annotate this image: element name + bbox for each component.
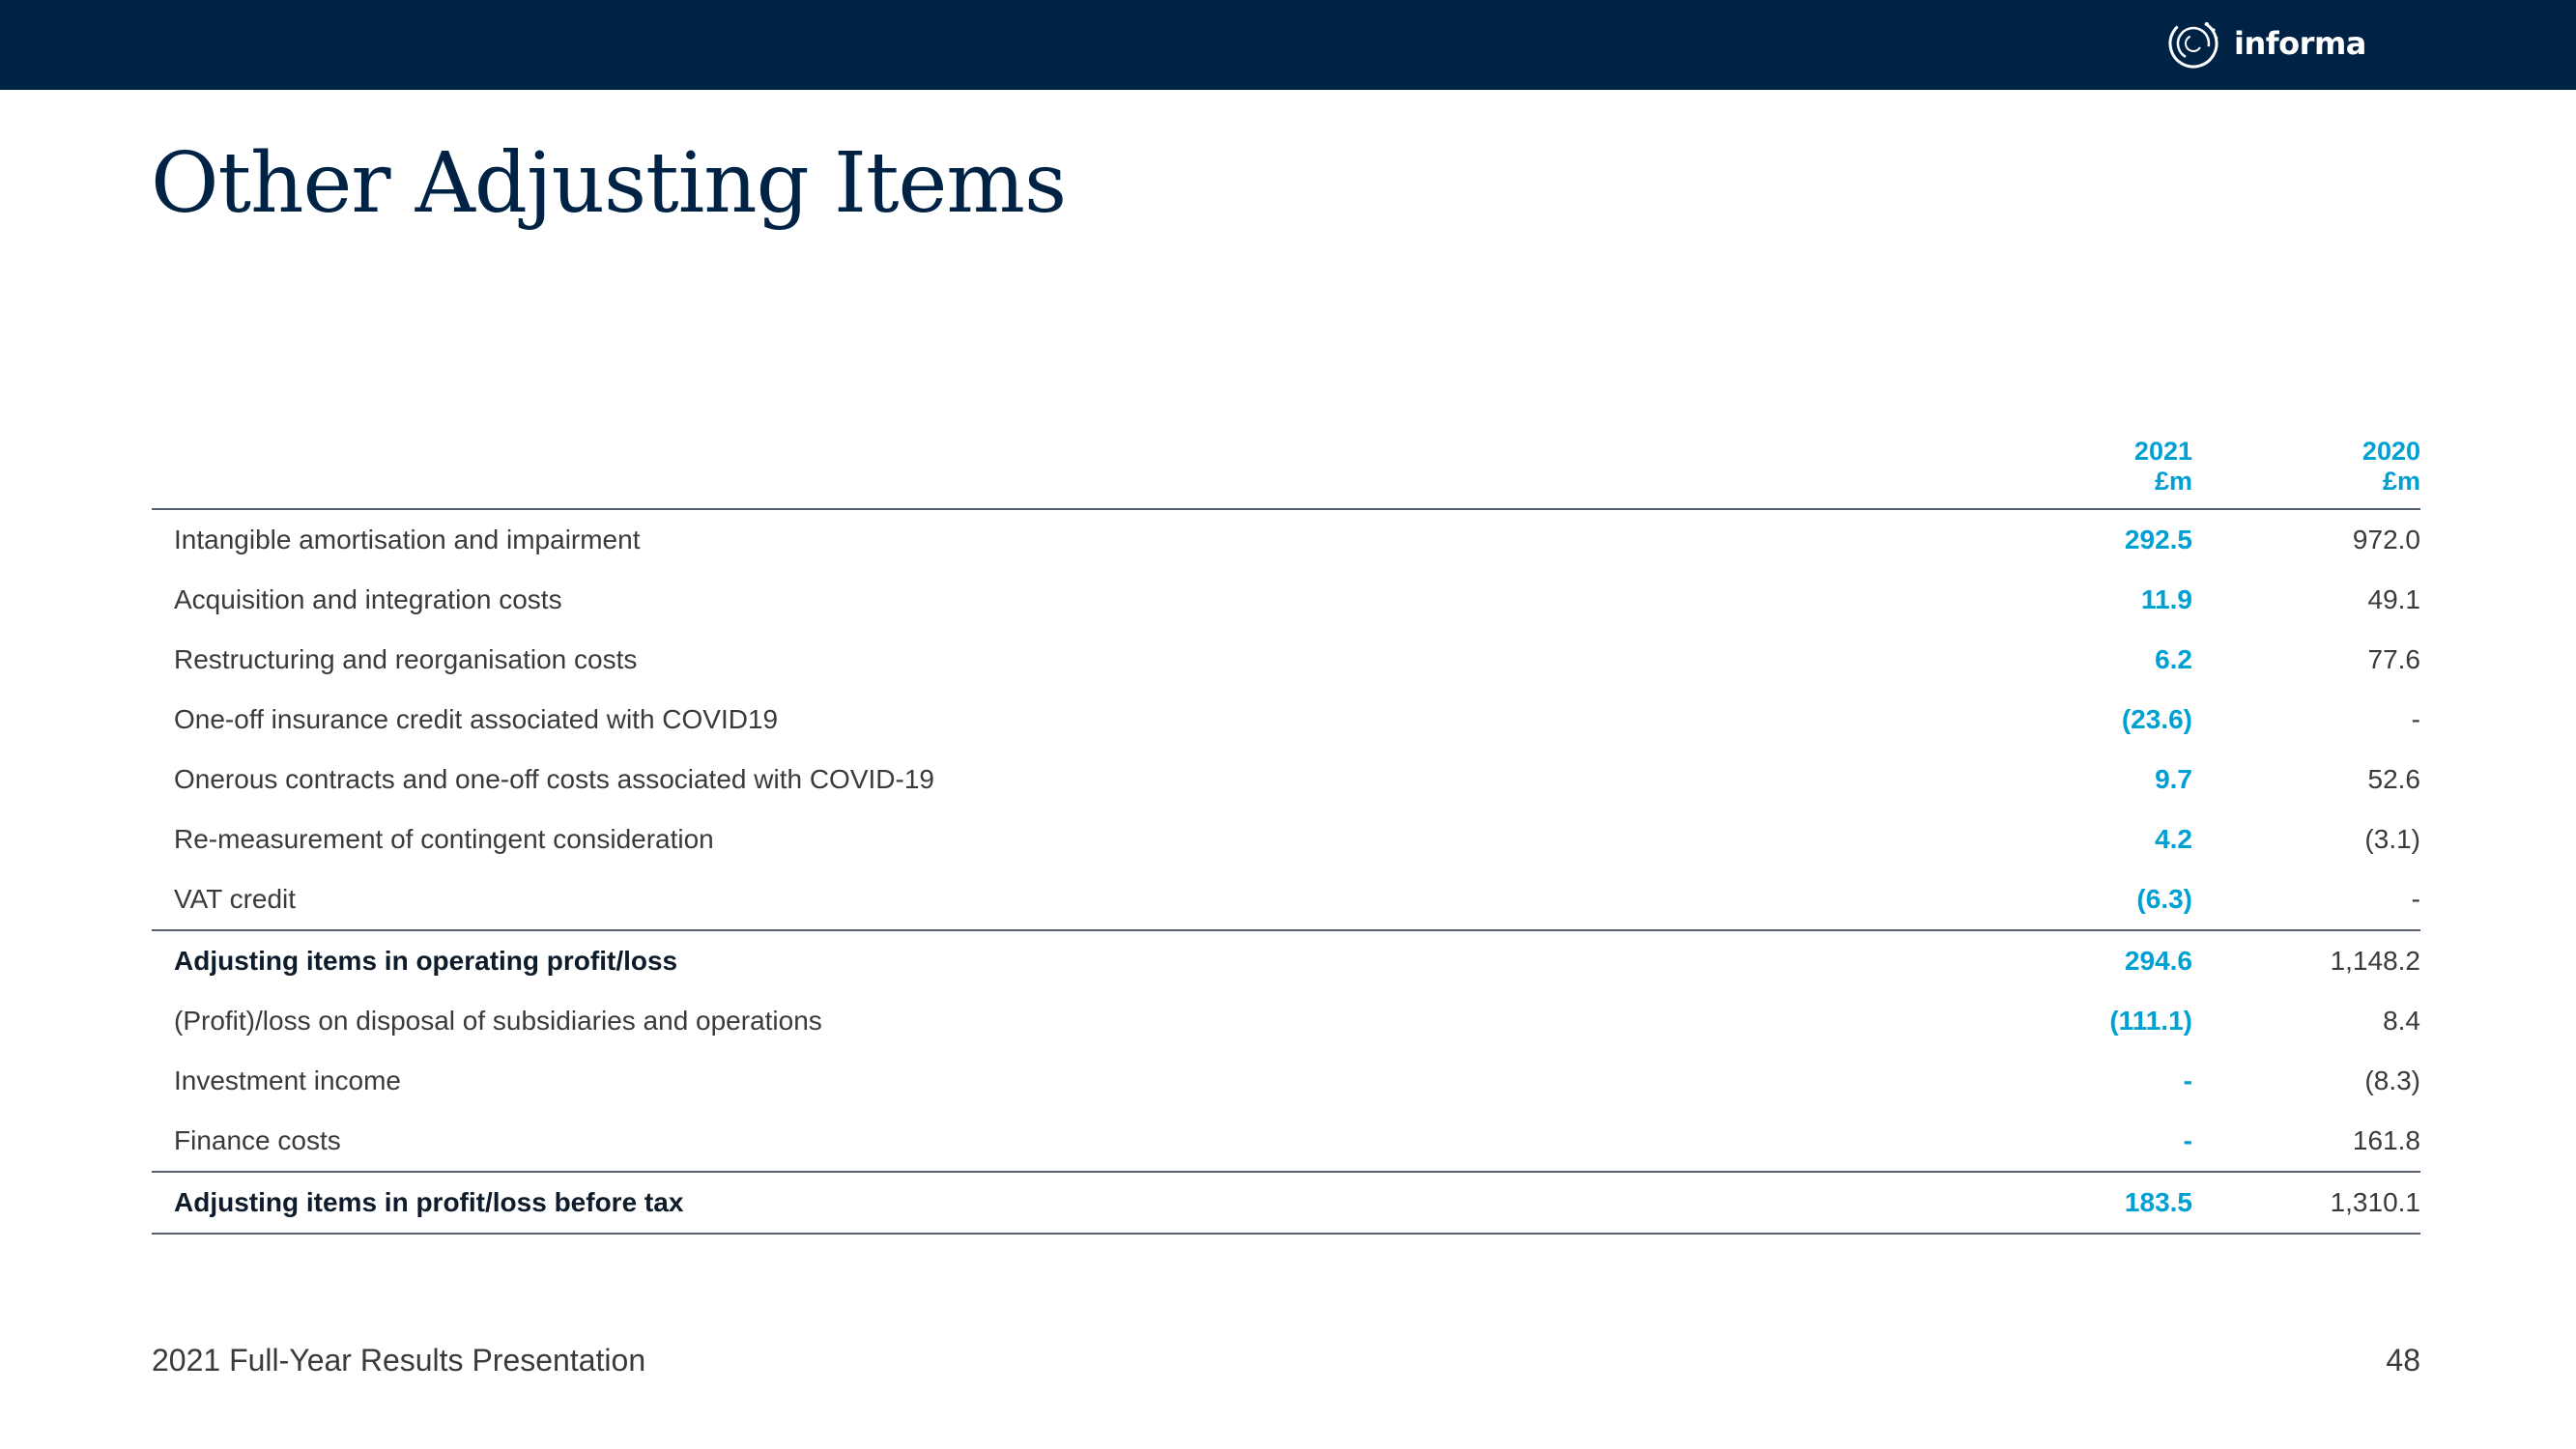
row-label: Investment income (174, 1065, 401, 1095)
total-row: Adjusting items in profit/loss before ta… (152, 1171, 2420, 1235)
top-banner: informa (0, 0, 2576, 90)
row-label: VAT credit (174, 884, 297, 914)
value-2020: 49.1 (2367, 584, 2421, 614)
table-row: VAT credit (6.3) - (152, 869, 2420, 930)
table-row: Acquisition and integration costs 11.9 4… (152, 570, 2420, 630)
value-2021: - (2183, 1125, 2192, 1155)
header-2021-unit: £m (2154, 467, 2192, 496)
value-2020: 972.0 (2352, 525, 2420, 554)
page-title: Other Adjusting Items (151, 135, 1067, 232)
table-row: (Profit)/loss on disposal of subsidiarie… (152, 991, 2420, 1051)
value-2020: - (2411, 884, 2420, 914)
header-2020-year: 2020 (2361, 437, 2420, 466)
informa-wordmark: informa (2234, 25, 2366, 62)
table-row: Re-measurement of contingent considerati… (152, 810, 2420, 869)
informa-logo: informa (2166, 15, 2366, 71)
value-2021: 4.2 (2155, 824, 2192, 854)
row-label: (Profit)/loss on disposal of subsidiarie… (174, 1006, 822, 1036)
adjusting-items-table-container: 2021 £m 2020 £m Intangible amortisation … (152, 415, 2420, 1235)
value-2020: (3.1) (2364, 824, 2420, 854)
table-row: Restructuring and reorganisation costs 6… (152, 630, 2420, 690)
subtotal-2021: 294.6 (1725, 929, 2192, 991)
table-row: Onerous contracts and one-off costs asso… (152, 750, 2420, 810)
value-2020: 161.8 (2352, 1125, 2420, 1155)
row-label: One-off insurance credit associated with… (174, 704, 779, 734)
header-2021: 2021 £m (1725, 415, 2192, 510)
header-2020-unit: £m (2382, 467, 2420, 496)
header-label-cell (152, 415, 1725, 510)
table-row: Investment income - (8.3) (152, 1051, 2420, 1111)
value-2020: (8.3) (2364, 1065, 2420, 1095)
table-row: One-off insurance credit associated with… (152, 690, 2420, 750)
value-2020: 52.6 (2367, 764, 2421, 794)
value-2021: (111.1) (2109, 1006, 2192, 1036)
page-number: 48 (2386, 1343, 2420, 1378)
value-2020: - (2411, 704, 2420, 734)
total-2020: 1,310.1 (2192, 1171, 2420, 1235)
subtotal-label: Adjusting items in operating profit/loss (152, 929, 1725, 991)
total-label: Adjusting items in profit/loss before ta… (152, 1171, 1725, 1235)
table-row: Finance costs - 161.8 (152, 1111, 2420, 1172)
table-row: Intangible amortisation and impairment 2… (152, 509, 2420, 570)
adjusting-items-table: 2021 £m 2020 £m Intangible amortisation … (152, 415, 2420, 1235)
total-2021: 183.5 (1725, 1171, 2192, 1235)
subtotal-row: Adjusting items in operating profit/loss… (152, 929, 2420, 991)
value-2021: - (2183, 1065, 2192, 1095)
footer-presentation-title: 2021 Full-Year Results Presentation (152, 1343, 646, 1378)
row-label: Restructuring and reorganisation costs (174, 644, 638, 674)
subtotal-2020: 1,148.2 (2192, 929, 2420, 991)
row-label: Onerous contracts and one-off costs asso… (174, 764, 934, 794)
row-label: Intangible amortisation and impairment (174, 525, 641, 554)
header-2020: 2020 £m (2192, 415, 2420, 510)
value-2021: 292.5 (2124, 525, 2192, 554)
informa-logo-icon (2168, 18, 2218, 69)
header-2021-year: 2021 (2133, 437, 2192, 466)
value-2021: 6.2 (2155, 644, 2192, 674)
value-2021: 9.7 (2155, 764, 2192, 794)
row-label: Re-measurement of contingent considerati… (174, 824, 714, 854)
table-header-row: 2021 £m 2020 £m (152, 415, 2420, 510)
value-2020: 77.6 (2367, 644, 2421, 674)
value-2021: 11.9 (2141, 584, 2192, 614)
row-label: Acquisition and integration costs (174, 584, 562, 614)
value-2020: 8.4 (2383, 1006, 2420, 1036)
row-label: Finance costs (174, 1125, 341, 1155)
value-2021: (23.6) (2121, 704, 2192, 734)
value-2021: (6.3) (2136, 884, 2192, 914)
